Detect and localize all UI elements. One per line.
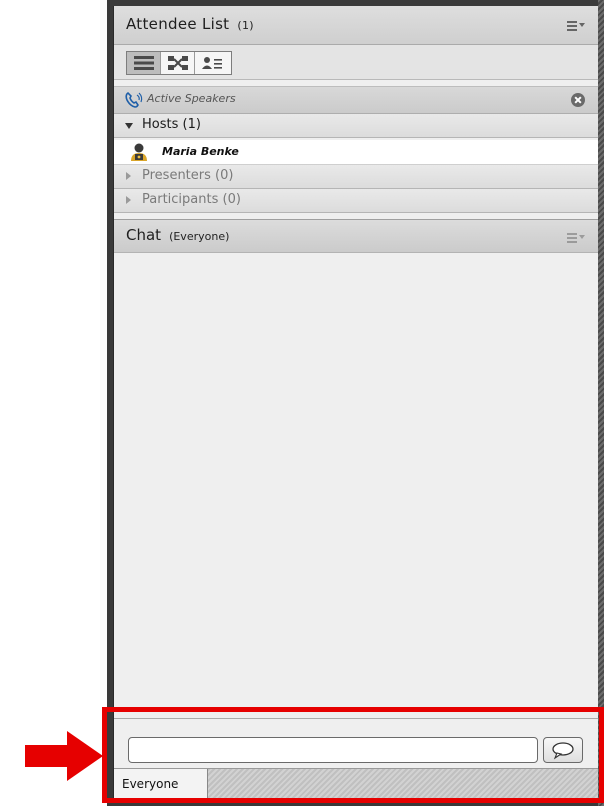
chat-messages-area[interactable]: [114, 253, 599, 711]
close-circle-icon[interactable]: [571, 93, 585, 107]
chat-pod-title: Chat (Everyone): [126, 226, 229, 244]
active-speakers-label: Active Speakers: [147, 92, 236, 105]
chat-message-input[interactable]: [128, 737, 538, 763]
attendee-pod-menu-icon[interactable]: [567, 18, 585, 32]
phone-speaker-icon: [125, 91, 143, 108]
group-hosts[interactable]: Hosts (1): [114, 114, 599, 138]
status-view-button[interactable]: [195, 52, 229, 74]
chat-pod-menu-icon[interactable]: [567, 230, 585, 244]
group-hosts-label: Hosts (1): [142, 117, 201, 132]
resize-strip: [598, 0, 604, 806]
person-list-icon: [202, 57, 222, 69]
send-message-button[interactable]: [543, 737, 583, 763]
attendee-pod-header: Attendee List (1): [114, 6, 599, 45]
view-toolbar: [114, 45, 599, 80]
breakout-view-button[interactable]: [161, 52, 195, 74]
active-speakers-bar: Active Speakers: [114, 86, 599, 114]
divider: [114, 718, 599, 719]
collapsed-arrow-icon: [126, 196, 131, 204]
chat-pod-header: Chat (Everyone): [114, 219, 599, 253]
breakout-icon: [168, 56, 188, 70]
group-presenters[interactable]: Presenters (0): [114, 165, 599, 189]
list-view-icon: [134, 56, 154, 70]
host-user-icon: [131, 143, 147, 161]
list-view-button[interactable]: [127, 52, 161, 74]
red-arrow-icon: [25, 731, 103, 781]
meeting-app-window: Attendee List (1) Active Speakers Hosts …: [107, 0, 604, 806]
tab-everyone[interactable]: Everyone: [114, 769, 208, 801]
view-switcher: [126, 51, 232, 75]
chat-scope: (Everyone): [169, 230, 230, 243]
attendee-count: (1): [237, 19, 254, 32]
attendee-name: Maria Benke: [162, 145, 239, 158]
attendee-chat-panel: Attendee List (1) Active Speakers Hosts …: [113, 6, 599, 801]
attendee-pod-title: Attendee List (1): [126, 15, 254, 33]
group-participants-label: Participants (0): [142, 192, 241, 207]
chat-tabs-bar: Everyone: [114, 768, 599, 801]
attendee-pod-title-text: Attendee List: [126, 15, 230, 33]
chat-pod-title-text: Chat: [126, 226, 162, 244]
speech-bubble-icon: [552, 742, 574, 760]
group-presenters-label: Presenters (0): [142, 168, 234, 183]
collapsed-arrow-icon: [126, 172, 131, 180]
expanded-arrow-icon: [125, 123, 133, 129]
attendee-row[interactable]: Maria Benke: [114, 140, 599, 165]
group-participants[interactable]: Participants (0): [114, 189, 599, 213]
